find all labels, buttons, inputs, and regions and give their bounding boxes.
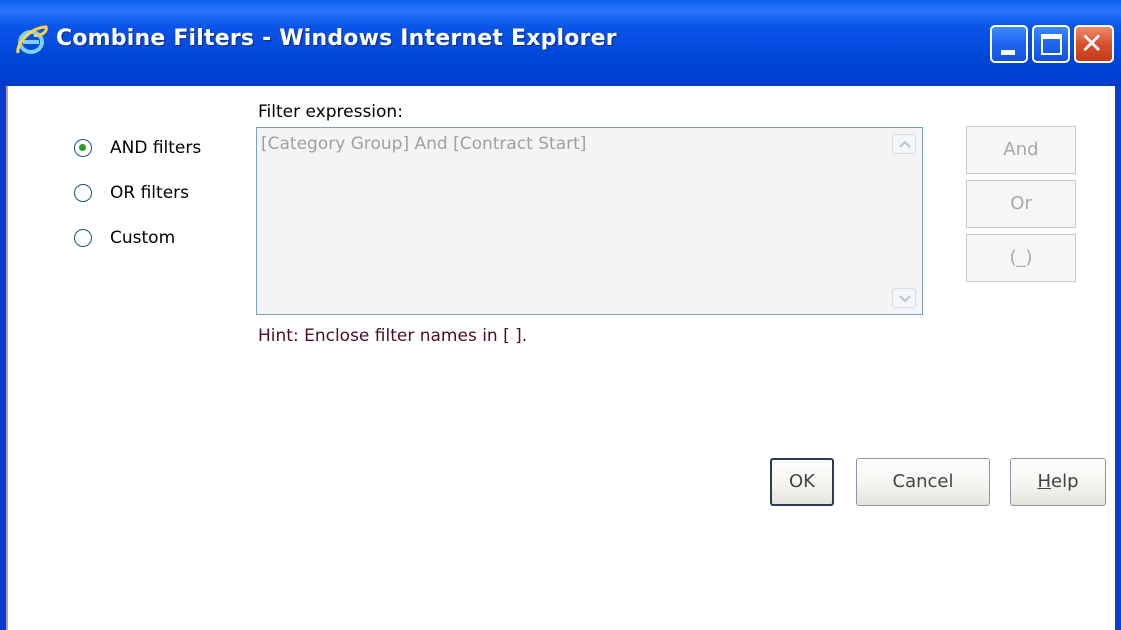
and-operator-button[interactable]: And bbox=[966, 126, 1076, 174]
ie-icon bbox=[16, 25, 48, 54]
window-title: Combine Filters - Windows Internet Explo… bbox=[56, 26, 617, 51]
chevron-down-icon bbox=[899, 295, 911, 303]
filter-expression-text: [Category Group] And [Contract Start] bbox=[261, 134, 587, 154]
minimize-icon bbox=[1001, 50, 1015, 55]
radio-custom-label: Custom bbox=[110, 228, 176, 248]
or-operator-button[interactable]: Or bbox=[966, 180, 1076, 228]
maximize-icon bbox=[1041, 34, 1062, 55]
close-icon: ✕ bbox=[1080, 27, 1104, 60]
cancel-button[interactable]: Cancel bbox=[856, 458, 990, 506]
filter-expression-textarea[interactable]: [Category Group] And [Contract Start] bbox=[256, 127, 923, 315]
scroll-down-button[interactable] bbox=[892, 288, 916, 308]
radio-and-filters[interactable]: AND filters bbox=[74, 136, 201, 160]
dialog-content: Filter expression: AND filters OR filter… bbox=[6, 86, 1115, 630]
radio-or-filters-control[interactable] bbox=[74, 184, 92, 202]
help-label: elp bbox=[1051, 471, 1079, 492]
close-button[interactable]: ✕ bbox=[1074, 25, 1114, 63]
radio-custom[interactable]: Custom bbox=[74, 226, 175, 250]
parentheses-button[interactable]: (_) bbox=[966, 234, 1076, 282]
help-button[interactable]: Help bbox=[1010, 458, 1106, 506]
filter-expression-label: Filter expression: bbox=[258, 102, 403, 122]
radio-or-filters-label: OR filters bbox=[110, 183, 189, 203]
maximize-button[interactable] bbox=[1032, 25, 1070, 63]
title-bar[interactable]: Combine Filters - Windows Internet Explo… bbox=[0, 0, 1121, 86]
radio-and-filters-control[interactable] bbox=[74, 139, 92, 157]
radio-and-filters-label: AND filters bbox=[110, 138, 202, 158]
ok-button[interactable]: OK bbox=[770, 458, 834, 506]
minimize-button[interactable] bbox=[990, 25, 1028, 63]
scroll-up-button[interactable] bbox=[892, 134, 916, 154]
radio-custom-control[interactable] bbox=[74, 229, 92, 247]
help-mnemonic: H bbox=[1037, 471, 1052, 492]
hint-text: Hint: Enclose filter names in [ ]. bbox=[258, 326, 528, 346]
browser-window: Combine Filters - Windows Internet Explo… bbox=[0, 0, 1121, 630]
chevron-up-icon bbox=[899, 140, 911, 148]
radio-or-filters[interactable]: OR filters bbox=[74, 181, 189, 205]
